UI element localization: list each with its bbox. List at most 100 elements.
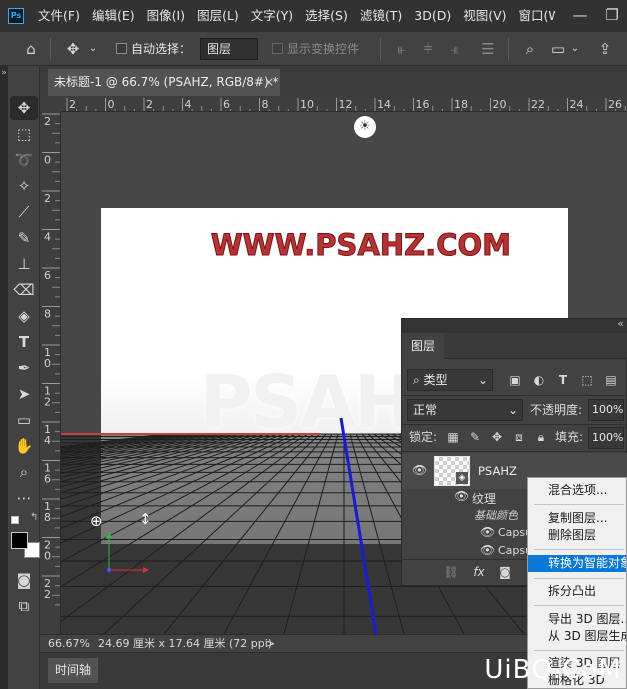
menu-item-generate-from-3d[interactable]: 从 3D 图层生成 [528, 628, 626, 645]
layer-sub-capsule[interactable]: 👁︎ Capsu [480, 543, 530, 557]
filter-adjustment-icon[interactable]: ◐ [530, 371, 548, 389]
foreground-color-swatch[interactable] [11, 532, 28, 549]
close-icon[interactable]: × [264, 69, 274, 95]
auto-select-target-dropdown[interactable]: 图层 [200, 38, 258, 60]
3d-pan-icon[interactable]: ↕ [139, 510, 152, 528]
visibility-eye-icon[interactable]: 👁︎ [480, 543, 495, 557]
status-arrow-icon[interactable]: > [266, 635, 275, 652]
menu-image[interactable]: 图像(I) [141, 0, 191, 32]
home-icon[interactable]: ⌂ [20, 32, 42, 66]
brush-tool-icon[interactable]: ✎ [10, 226, 38, 250]
3d-axis-widget[interactable] [101, 530, 161, 574]
light-source-icon[interactable]: ☀ [354, 116, 376, 138]
hand-tool-icon[interactable]: ✋ [10, 434, 38, 458]
timeline-tab[interactable]: 时间轴 [48, 658, 98, 683]
filter-pixel-icon[interactable]: ▣ [506, 371, 524, 389]
lock-pixels-icon[interactable]: ✎ [466, 428, 484, 446]
quick-mask-icon[interactable]: ◙ [10, 568, 38, 592]
vertical-ruler[interactable]: 20246810121416182022 [40, 112, 61, 634]
move-tool-icon[interactable]: ✥ [10, 96, 38, 120]
layer-name[interactable]: PSAHZ [478, 453, 517, 489]
ruler-label: 4 [44, 434, 51, 447]
3d-orbit-icon[interactable]: ⊕ [90, 512, 103, 530]
horizontal-ruler[interactable]: 2 0 2 4 6 8 10 12 14 16 18 20 22 24 26 [61, 96, 627, 112]
align-left-icon[interactable]: ⫦ [392, 32, 412, 66]
expand-toolbar-icon[interactable]: » [0, 68, 8, 78]
fx-icon[interactable]: fx [470, 563, 488, 581]
ruler-ticks: 20246810121416182022 [42, 113, 60, 606]
align-right-icon[interactable]: ⫣ [444, 32, 464, 66]
ruler-corner [40, 96, 61, 112]
divider [534, 650, 624, 651]
search-icon[interactable]: ⌕ [520, 32, 540, 66]
default-colors-icon[interactable] [11, 516, 19, 524]
paint-bucket-icon[interactable]: ◈ [10, 304, 38, 328]
menu-item-convert-smart-object[interactable]: 转换为智能对象 [528, 555, 626, 572]
restore-button[interactable]: ❐ [597, 0, 627, 32]
menu-item-split-extrusion[interactable]: 拆分凸出 [528, 583, 626, 600]
type-tool-icon[interactable]: T [10, 330, 38, 354]
filter-kind-dropdown[interactable]: ⌕ 类型 ⌄ [407, 369, 493, 391]
visibility-eye-icon[interactable]: 👁︎ [480, 525, 495, 539]
lock-position-icon[interactable]: ✥ [488, 428, 506, 446]
document-info: 24.69 厘米 x 17.64 厘米 (72 ppi) [98, 637, 273, 650]
pen-tool-icon[interactable]: ✒ [10, 356, 38, 380]
blend-mode-dropdown[interactable]: 正常 ⌄ [407, 399, 523, 421]
layer-sub-capsule[interactable]: 👁︎ Capsu [480, 525, 532, 543]
opacity-input[interactable]: 100% [588, 399, 624, 421]
chevron-down-icon[interactable]: ⌄ [86, 32, 100, 66]
stamp-tool-icon[interactable]: ⊥ [10, 252, 38, 276]
visibility-eye-icon[interactable]: 👁︎ [412, 463, 427, 477]
add-mask-icon[interactable]: ◙ [496, 563, 514, 581]
show-transform-checkbox[interactable] [272, 43, 283, 54]
lasso-tool-icon[interactable]: ➰ [10, 148, 38, 172]
menu-window[interactable]: 窗口(W [513, 0, 555, 32]
menu-edit[interactable]: 编辑(E) [86, 0, 141, 32]
workspace-icon[interactable]: ▭ [548, 32, 568, 66]
menu-item-delete-layer[interactable]: 删除图层 [528, 527, 626, 544]
more-tools-icon[interactable]: ⋯ [10, 486, 38, 510]
filter-shape-icon[interactable]: ⬚ [578, 371, 596, 389]
lock-artboard-icon[interactable]: ⧈ [510, 428, 528, 446]
ruler-label: 8 [44, 308, 51, 321]
menu-item-duplicate-layer[interactable]: 复制图层... [528, 510, 626, 527]
chevron-down-icon[interactable]: ⌄ [568, 32, 582, 66]
divider [380, 38, 381, 60]
zoom-tool-icon[interactable]: ⌕ [10, 460, 38, 484]
menu-item-blending-options[interactable]: 混合选项... [528, 482, 626, 499]
menu-type[interactable]: 文字(Y) [245, 0, 299, 32]
visibility-eye-icon[interactable]: 👁︎ [454, 489, 469, 503]
zoom-level[interactable]: 66.67% [48, 635, 90, 652]
rectangle-tool-icon[interactable]: ▭ [10, 408, 38, 432]
menu-layer[interactable]: 图层(L) [191, 0, 245, 32]
screen-mode-icon[interactable]: ⧉ [10, 594, 38, 618]
collapse-panel-icon[interactable]: « [617, 317, 624, 330]
auto-select-checkbox[interactable] [116, 43, 127, 54]
eraser-tool-icon[interactable]: ⌫ [10, 278, 38, 302]
marquee-tool-icon[interactable]: ⬚ [10, 122, 38, 146]
eyedropper-icon[interactable]: ⟋ [10, 200, 38, 224]
align-center-icon[interactable]: ⫩ [418, 32, 438, 66]
swap-colors-icon[interactable]: ↰ [30, 512, 38, 523]
share-icon[interactable]: ⇪ [594, 32, 616, 66]
fill-input[interactable]: 100% [588, 427, 624, 449]
document-tab[interactable]: 未标题-1 @ 66.7% (PSAHZ, RGB/8#) * × [48, 69, 280, 96]
move-tool-icon[interactable]: ✥ [62, 32, 84, 66]
magic-wand-icon[interactable]: ✧ [10, 174, 38, 198]
distribute-icon[interactable]: ☰ [478, 32, 498, 66]
lock-transparency-icon[interactable]: ▦ [444, 428, 462, 446]
minimize-button[interactable]: — [565, 0, 595, 32]
menu-3d[interactable]: 3D(D) [408, 0, 457, 32]
filter-type-icon[interactable]: T [554, 371, 572, 389]
lock-all-icon[interactable]: 🔒︎ [532, 428, 550, 446]
tab-layers[interactable]: 图层 [402, 333, 444, 359]
menu-select[interactable]: 选择(S) [299, 0, 354, 32]
menu-filter[interactable]: 滤镜(T) [354, 0, 408, 32]
menu-view[interactable]: 视图(V) [457, 0, 512, 32]
path-select-icon[interactable]: ➤ [10, 382, 38, 406]
filter-smart-object-icon[interactable]: ▤ [602, 371, 620, 389]
link-layers-icon[interactable]: ⛓︎ [442, 563, 460, 581]
menu-file[interactable]: 文件(F) [32, 0, 86, 32]
menu-item-export-3d[interactable]: 导出 3D 图层... [528, 611, 626, 628]
ruler-label: 22 [531, 98, 545, 111]
